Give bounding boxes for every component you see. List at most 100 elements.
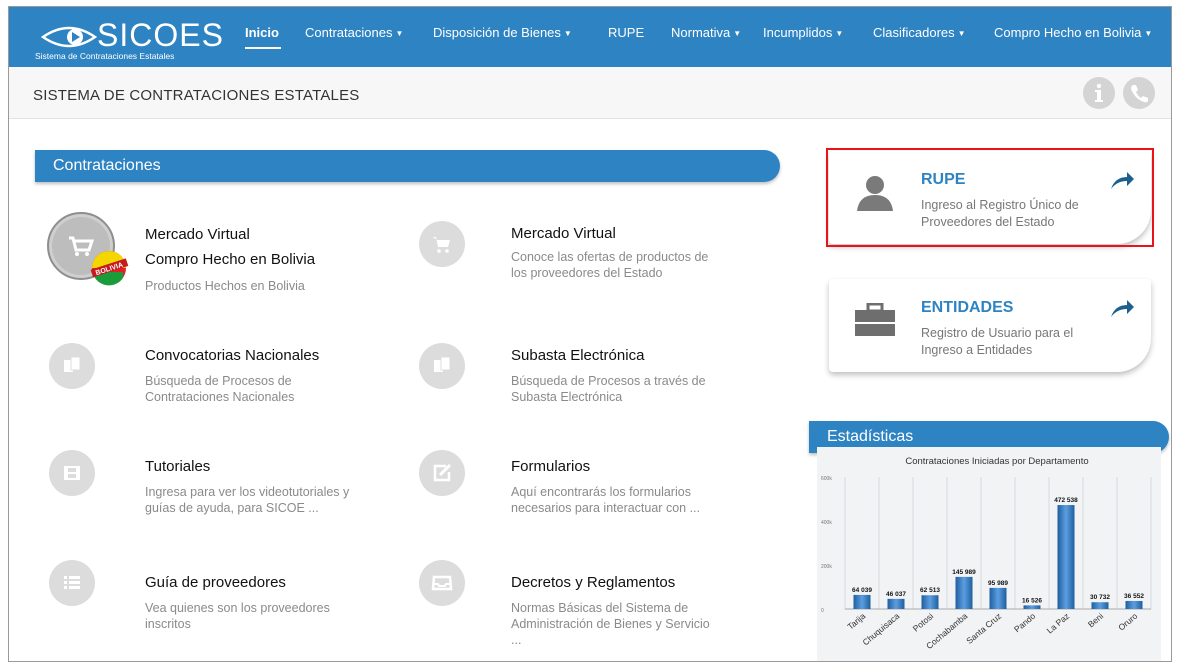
item-desc-line2: Subasta Electrónica — [511, 390, 623, 404]
item-desc-line1: Conoce las ofertas de productos de — [511, 250, 709, 264]
chart-bar[interactable] — [853, 594, 871, 609]
chart-x-tick-label: Tarija — [845, 611, 867, 632]
logo-text: SICOES — [97, 17, 224, 53]
nav-disposicion-bienes[interactable]: Disposición de Bienes ▼ — [433, 25, 572, 40]
phone-button[interactable] — [1123, 77, 1155, 109]
logo-subtitle: Sistema de Contrataciones Estatales — [35, 51, 175, 61]
chart-data-label: 30 732 — [1090, 594, 1110, 601]
nav-incumplidos-label: Incumplidos — [763, 25, 833, 40]
edit-icon — [433, 463, 452, 482]
caret-down-icon: ▼ — [835, 29, 844, 39]
chart-data-label: 64 039 — [852, 587, 872, 594]
chart-bar[interactable] — [989, 587, 1007, 609]
chart-x-tick-label: Santa Cruz — [964, 611, 1003, 646]
nav-clasificadores-label: Clasificadores — [873, 25, 955, 40]
item-subasta-electronica[interactable]: Subasta Electrónica Búsqueda de Procesos… — [419, 343, 779, 413]
nav-inicio[interactable]: Inicio — [245, 25, 279, 40]
documents-icon — [64, 356, 81, 372]
chart-x-tick-label: Chuquisaca — [860, 611, 901, 648]
item-title: Tutoriales — [145, 458, 211, 475]
item-desc-line2: guías de ayuda, para SICOE ... — [145, 501, 319, 515]
caret-down-icon: ▼ — [957, 29, 966, 39]
item-mercado-virtual[interactable]: Mercado Virtual Conoce las ofertas de pr… — [419, 221, 779, 291]
chart-bar[interactable] — [1091, 602, 1109, 609]
chart-data-label: 36 552 — [1124, 593, 1144, 600]
browser-frame: SICOES Sistema de Contrataciones Estatal… — [8, 6, 1172, 662]
chart-y-tick-label: 400k — [821, 520, 832, 526]
chart-x-tick-label: Beni — [1086, 611, 1106, 630]
item-desc-line1: Ingresa para ver los videotutoriales y — [145, 485, 350, 499]
item-title: Convocatorias Nacionales — [145, 347, 320, 364]
chart-bar[interactable] — [887, 598, 905, 609]
item-decretos-reglamentos[interactable]: Decretos y Reglamentos Normas Básicas de… — [419, 560, 779, 660]
chart-container[interactable]: Contrataciones Iniciadas por Departament… — [817, 447, 1161, 661]
item-guia-proveedores[interactable]: Guía de proveedores Vea quienes son los … — [49, 560, 409, 631]
nav-contrataciones[interactable]: Contrataciones ▼ — [305, 25, 403, 40]
briefcase-icon — [855, 303, 895, 336]
item-title: Formularios — [511, 458, 591, 475]
item-desc-line1: Aquí encontrarás los formularios — [511, 485, 691, 499]
item-desc: Productos Hechos en Bolivia — [145, 279, 305, 293]
chart-title: Contrataciones Iniciadas por Departament… — [905, 456, 1088, 467]
list-icon — [64, 576, 80, 589]
contrataciones-header-label: Contrataciones — [53, 157, 161, 174]
nav-incumplidos[interactable]: Incumplidos ▼ — [763, 25, 843, 40]
chart-bar[interactable] — [921, 595, 939, 609]
item-title: Guía de proveedores — [145, 574, 286, 591]
nav-disposicion-label: Disposición de Bienes — [433, 25, 561, 40]
documents-icon-circle — [419, 343, 465, 389]
item-desc-line1: Normas Básicas del Sistema de — [511, 601, 689, 615]
caret-down-icon: ▼ — [1144, 29, 1153, 39]
list-icon-circle — [49, 560, 95, 606]
item-tutoriales[interactable]: Tutoriales Ingresa para ver los videotut… — [49, 450, 409, 520]
item-desc-line2: Contrataciones Nacionales — [145, 390, 295, 404]
chart-bar[interactable] — [955, 576, 973, 609]
documents-icon-circle — [49, 343, 95, 389]
item-desc-line1: Vea quienes son los proveedores — [145, 601, 330, 615]
item-mercado-virtual-bolivia[interactable]: BOLIVIA Mercado Virtual Compro Hecho en … — [45, 212, 405, 294]
chart-bar[interactable] — [1125, 600, 1143, 609]
contrataciones-header: Contrataciones — [35, 150, 780, 182]
entidades-card[interactable]: ENTIDADES Registro de Usuario para el In… — [829, 279, 1151, 372]
film-icon-circle — [49, 450, 95, 496]
nav-normativa-label: Normativa — [671, 25, 731, 40]
caret-down-icon: ▼ — [395, 29, 404, 39]
item-title: Mercado Virtual — [145, 226, 250, 243]
nav-contrataciones-label: Contrataciones — [305, 25, 393, 40]
item-desc-line2: inscritos — [145, 617, 191, 631]
item-formularios[interactable]: Formularios Aquí encontrarás los formula… — [419, 450, 779, 520]
nav-compro-label: Compro Hecho en Bolivia — [994, 25, 1142, 40]
chart-x-tick-label: Potosi — [911, 611, 936, 634]
top-navbar: SICOES Sistema de Contrataciones Estatal… — [9, 7, 1171, 67]
cart-icon — [433, 237, 450, 253]
chart-data-label: 145 989 — [952, 569, 976, 576]
chart-bar[interactable] — [1057, 505, 1075, 609]
sicoes-logo[interactable]: SICOES Sistema de Contrataciones Estatal… — [35, 15, 225, 61]
page-title-bar: SISTEMA DE CONTRATACIONES ESTATALES — [9, 67, 1171, 119]
chart-bar[interactable] — [1023, 605, 1041, 609]
item-title: Subasta Electrónica — [511, 347, 645, 364]
documents-icon — [434, 356, 451, 372]
page-title: SISTEMA DE CONTRATACIONES ESTATALES — [33, 87, 360, 104]
item-desc-line1: Búsqueda de Procesos de — [145, 374, 292, 388]
nav-compro-hecho-bolivia[interactable]: Compro Hecho en Bolivia ▼ — [994, 25, 1152, 40]
inbox-icon — [431, 575, 453, 591]
chart-y-tick-label: 0 — [821, 608, 824, 614]
info-button[interactable] — [1083, 77, 1115, 109]
item-desc-line2: Administración de Bienes y Servicio — [511, 617, 710, 631]
item-desc-line1: Búsqueda de Procesos a través de — [511, 374, 706, 388]
caret-down-icon: ▼ — [733, 29, 742, 39]
nav-clasificadores[interactable]: Clasificadores ▼ — [873, 25, 966, 40]
bar-chart: Contrataciones Iniciadas por Departament… — [821, 456, 1152, 651]
cart-bolivia-icon: BOLIVIA — [47, 212, 129, 286]
caret-down-icon: ▼ — [563, 29, 572, 39]
item-convocatorias-nacionales[interactable]: Convocatorias Nacionales Búsqueda de Pro… — [49, 343, 409, 413]
item-title: Mercado Virtual — [511, 225, 616, 242]
nav-active-underline — [245, 47, 281, 49]
entidades-card-title: ENTIDADES — [921, 299, 1014, 316]
chart-y-tick-label: 200k — [821, 564, 832, 570]
nav-normativa[interactable]: Normativa ▼ — [671, 25, 741, 40]
info-icon — [1095, 83, 1103, 102]
item-desc-line3: ... — [511, 633, 522, 647]
nav-rupe[interactable]: RUPE — [608, 25, 644, 40]
